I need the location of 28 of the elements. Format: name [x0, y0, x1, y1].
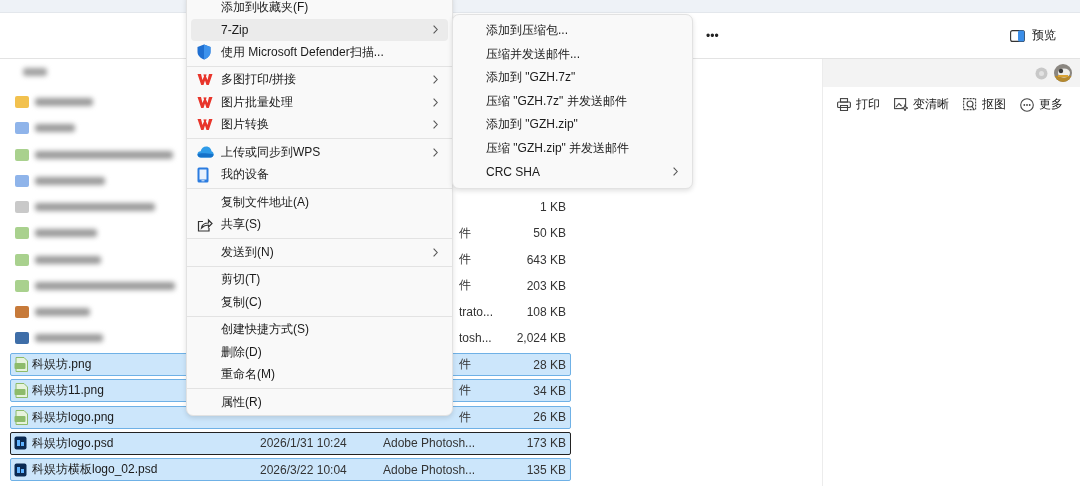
file-size: 1 KB	[540, 199, 566, 216]
file-size: 34 KB	[533, 382, 566, 400]
file-size: 643 KB	[526, 251, 566, 269]
file-type: 件	[459, 356, 471, 373]
file-name: 科娱坊.png	[32, 356, 92, 373]
file-type: 件	[459, 408, 471, 426]
file-type: 件	[459, 382, 471, 400]
file-size: 173 KB	[526, 435, 566, 453]
file-size: 2,024 KB	[516, 330, 566, 348]
file-type: Adobe Photosh...	[383, 461, 476, 479]
file-name: 科娱坊logo.png	[32, 408, 115, 426]
file-type: 件	[459, 277, 471, 295]
file-size: 135 KB	[526, 461, 566, 479]
file-type: trato...	[459, 304, 493, 321]
file-name: 科娱坊横板logo_02.psd	[32, 461, 158, 478]
file-type: 件	[459, 251, 471, 268]
file-size: 26 KB	[533, 409, 566, 426]
file-size: 28 KB	[533, 356, 566, 374]
file-type: Adobe Photosh...	[383, 435, 476, 453]
file-type: 件	[459, 224, 471, 242]
file-name: 科娱坊11.png	[32, 382, 104, 400]
file-size: 203 KB	[526, 277, 566, 295]
file-date: 2026/3/22 10:04	[260, 461, 347, 479]
file-name: 科娱坊logo.psd	[32, 434, 114, 452]
file-type: tosh...	[459, 330, 492, 348]
file-date: 2026/1/31 10:24	[260, 435, 347, 453]
file-size: 108 KB	[526, 304, 566, 321]
file-size: 50 KB	[533, 225, 566, 243]
